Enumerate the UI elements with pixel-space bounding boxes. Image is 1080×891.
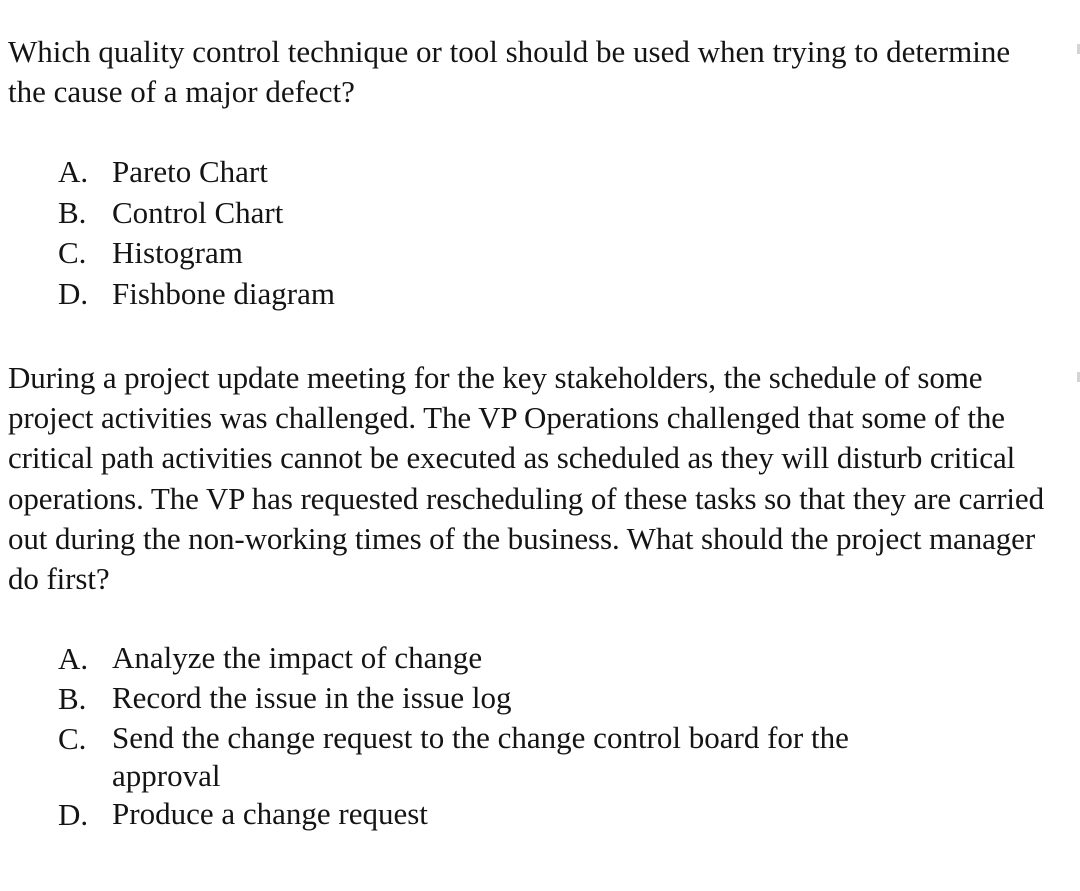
question-2-option-a: A. Analyze the impact of change (58, 639, 958, 679)
option-letter: C. (58, 721, 87, 756)
option-letter: A. (58, 154, 89, 189)
question-1-stem: Which quality control technique or tool … (8, 34, 1011, 109)
question-1-option-c: C. Histogram (58, 233, 658, 274)
option-text: Analyze the impact of change (112, 640, 483, 675)
question-1-option-b: B. Control Chart (58, 193, 658, 234)
option-text: Histogram (112, 235, 243, 270)
option-letter: C. (58, 235, 87, 270)
question-2-options: A. Analyze the impact of change B. Recor… (58, 639, 958, 835)
question-2-stem: During a project update meeting for the … (8, 360, 1044, 597)
option-text: Pareto Chart (112, 154, 268, 189)
question-2-option-b: B. Record the issue in the issue log (58, 679, 958, 719)
option-text: Send the change request to the change co… (112, 720, 849, 793)
option-letter: D. (58, 275, 89, 311)
question-1-option-a: A. Pareto Chart (58, 152, 658, 193)
option-text: Control Chart (112, 194, 284, 230)
option-text: Fishbone diagram (112, 275, 335, 311)
question-1-options: A. Pareto Chart B. Control Chart C. Hist… (58, 152, 658, 314)
option-text: Record the issue in the issue log (112, 680, 512, 715)
option-text: Produce a change request (112, 796, 428, 831)
option-letter: A. (58, 641, 89, 676)
question-1-option-d: D. Fishbone diagram (58, 274, 658, 315)
option-letter: B. (58, 194, 87, 230)
option-letter: B. (58, 681, 87, 716)
question-2-option-d: D. Produce a change request (58, 795, 958, 835)
option-letter: D. (58, 797, 89, 832)
question-2-option-c: C. Send the change request to the change… (58, 719, 958, 795)
